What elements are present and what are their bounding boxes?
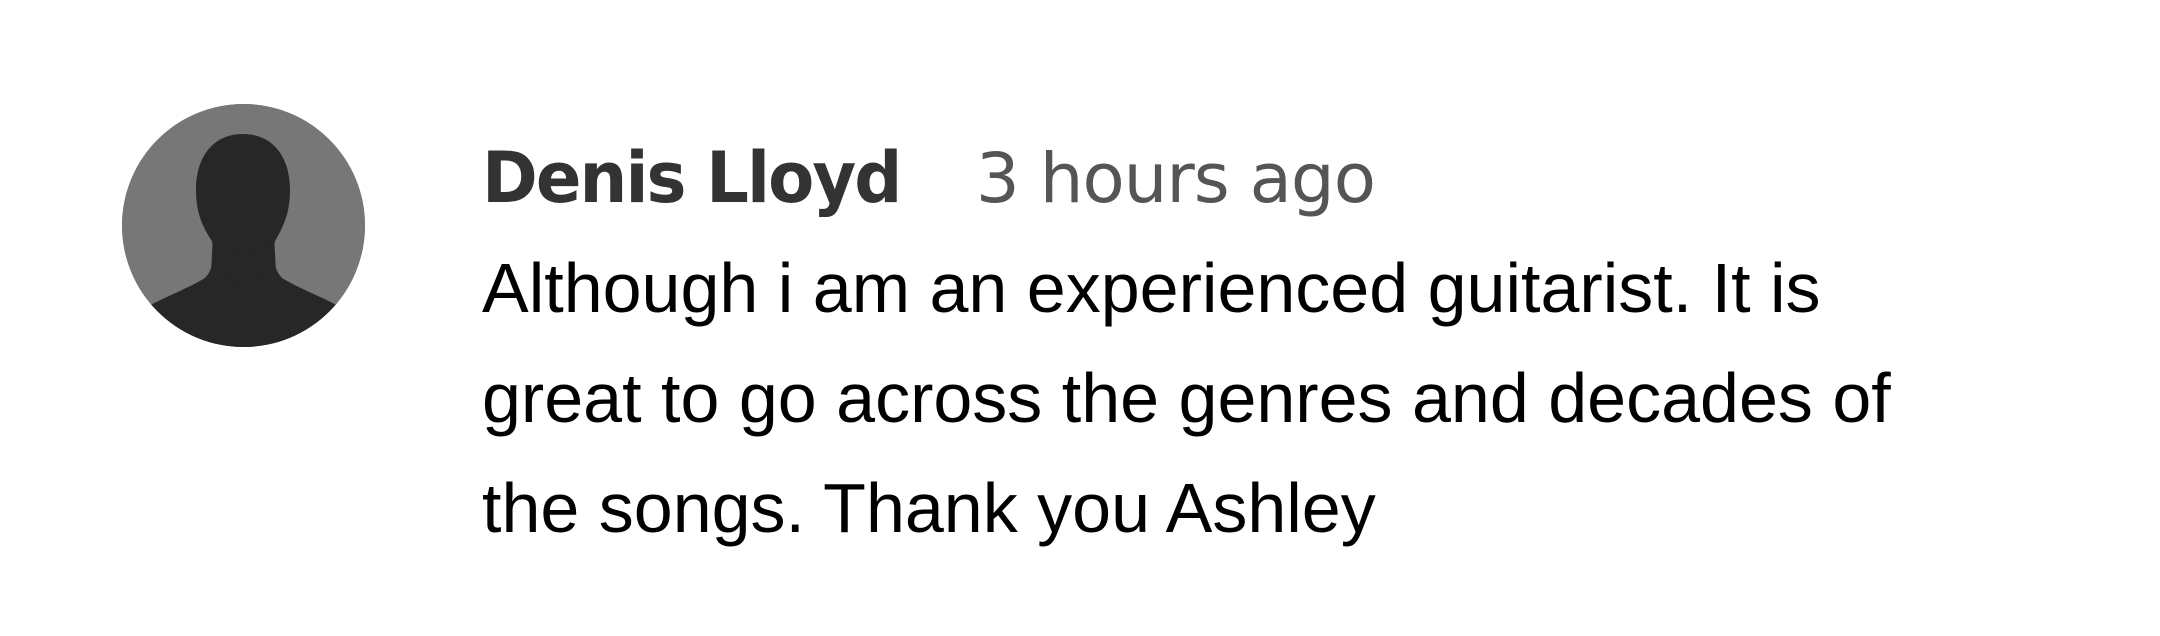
author-name[interactable]: Denis Lloyd [482, 128, 902, 228]
comment-body: Denis Lloyd 3 hours ago Although i am an… [482, 128, 2042, 563]
comment-meta: Denis Lloyd 3 hours ago [482, 128, 2042, 228]
comment-text: Although i am an experienced guitarist. … [482, 249, 1891, 547]
avatar[interactable] [122, 104, 365, 347]
comment-card: Denis Lloyd 3 hours ago Although i am an… [0, 0, 2160, 636]
user-silhouette-icon [122, 104, 365, 347]
comment-timestamp: 3 hours ago [975, 139, 1376, 219]
